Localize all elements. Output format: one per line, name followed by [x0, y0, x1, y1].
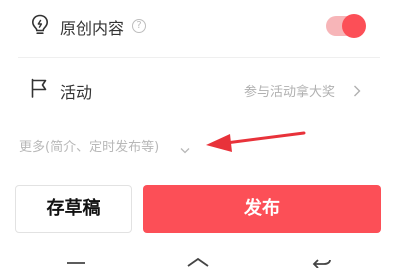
help-icon[interactable]: ? [132, 19, 146, 33]
original-content-label: 原创内容 [60, 19, 125, 38]
toggle-knob [342, 14, 366, 38]
more-options-row[interactable]: 更多(简介、定时发布等) [0, 130, 393, 158]
back-icon[interactable] [310, 250, 334, 272]
red-arrow-icon [200, 128, 308, 160]
lightbulb-icon [30, 14, 50, 40]
flag-icon [30, 78, 48, 102]
activity-row[interactable]: 活动 参与活动拿大奖 [0, 70, 393, 110]
original-content-toggle[interactable] [326, 14, 366, 38]
menu-icon[interactable] [66, 250, 86, 272]
divider [18, 57, 380, 58]
chevron-down-icon [180, 140, 190, 159]
activity-label: 活动 [60, 83, 93, 102]
activity-hint: 参与活动拿大奖 [244, 85, 336, 100]
save-draft-button[interactable]: 存草稿 [15, 185, 132, 233]
original-content-row: 原创内容 ? [0, 0, 393, 52]
system-nav-bar [0, 250, 393, 269]
chevron-right-icon [353, 82, 361, 101]
home-icon[interactable] [186, 250, 210, 272]
publish-button[interactable]: 发布 [143, 185, 381, 233]
more-options-label: 更多(简介、定时发布等) [19, 140, 160, 155]
